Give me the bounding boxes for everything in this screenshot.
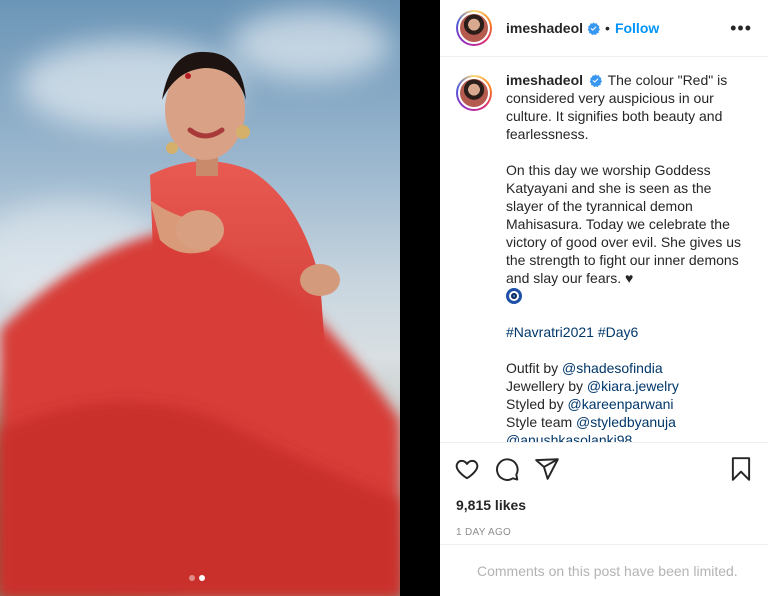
avatar-image [458,77,490,109]
more-options-icon[interactable]: ••• [730,19,752,37]
carousel-indicator [189,575,205,581]
carousel-dot-active [199,575,205,581]
mention-link[interactable]: @kareenparwani [567,396,673,412]
caption-section: imeshadeol The colour "Red" is considere… [440,57,768,443]
post-timestamp[interactable]: 1 DAY AGO [440,527,768,538]
action-bar [440,443,768,495]
comments-limited-notice: Comments on this post have been limited. [440,544,768,596]
mention-link[interactable]: @shadesofindia [562,360,663,376]
credit-line: Style team @styledbyanuja [506,413,752,431]
post-header: imeshadeol • Follow ••• [440,0,768,57]
caption-text: imeshadeol The colour "Red" is considere… [506,71,752,442]
line-break [506,305,752,323]
post-sidebar: imeshadeol • Follow ••• imeshadeol The c… [440,0,768,596]
media-backdrop [400,0,440,596]
caption-row: imeshadeol The colour "Red" is considere… [456,71,752,442]
username-link[interactable]: imeshadeol [506,20,583,36]
line-break [506,341,752,359]
avatar[interactable] [456,10,492,46]
avatar-image [458,12,490,44]
credit-label: Jewellery by [506,378,587,394]
hashtag-link[interactable]: #Navratri2021 [506,324,594,340]
credit-label: Outfit by [506,360,563,376]
credit-line: @anushkasolanki98 [506,431,752,442]
bookmark-icon[interactable] [728,456,754,482]
caption-username[interactable]: imeshadeol [506,72,583,88]
woman-in-red-figure [0,51,400,596]
post-image[interactable] [0,0,400,596]
separator-dot: • [605,20,610,36]
mention-link[interactable]: @kiara.jewelry [587,378,679,394]
share-icon[interactable] [534,456,560,482]
likes-count[interactable]: 9,815 likes [440,497,768,513]
verified-badge-icon [589,74,602,88]
mention-link[interactable]: @styledbyanuja [576,414,676,430]
caption-intro: imeshadeol The colour "Red" is considere… [506,71,752,143]
credit-line: Styled by @kareenparwani [506,395,752,413]
hashtags-line: #Navratri2021 #Day6 [506,323,752,341]
credit-label: Styled by [506,396,568,412]
credit-line: Jewellery by @kiara.jewelry [506,377,752,395]
carousel-dot [189,575,195,581]
comment-icon[interactable] [494,456,520,482]
follow-button[interactable]: Follow [615,20,659,36]
caption-paragraph-text: On this day we worship Goddess Katyayani… [506,162,742,286]
caption-paragraph: On this day we worship Goddess Katyayani… [506,161,752,305]
heart-icon[interactable] [454,456,480,482]
line-break [506,143,752,161]
evil-eye-emoji-icon [506,288,522,304]
credit-label: Style team [506,414,577,430]
verified-badge-icon [587,21,601,35]
avatar[interactable] [456,75,492,111]
mention-link[interactable]: @anushkasolanki98 [506,432,632,442]
hashtag-link[interactable]: #Day6 [598,324,638,340]
credit-line: Outfit by @shadesofindia [506,359,752,377]
